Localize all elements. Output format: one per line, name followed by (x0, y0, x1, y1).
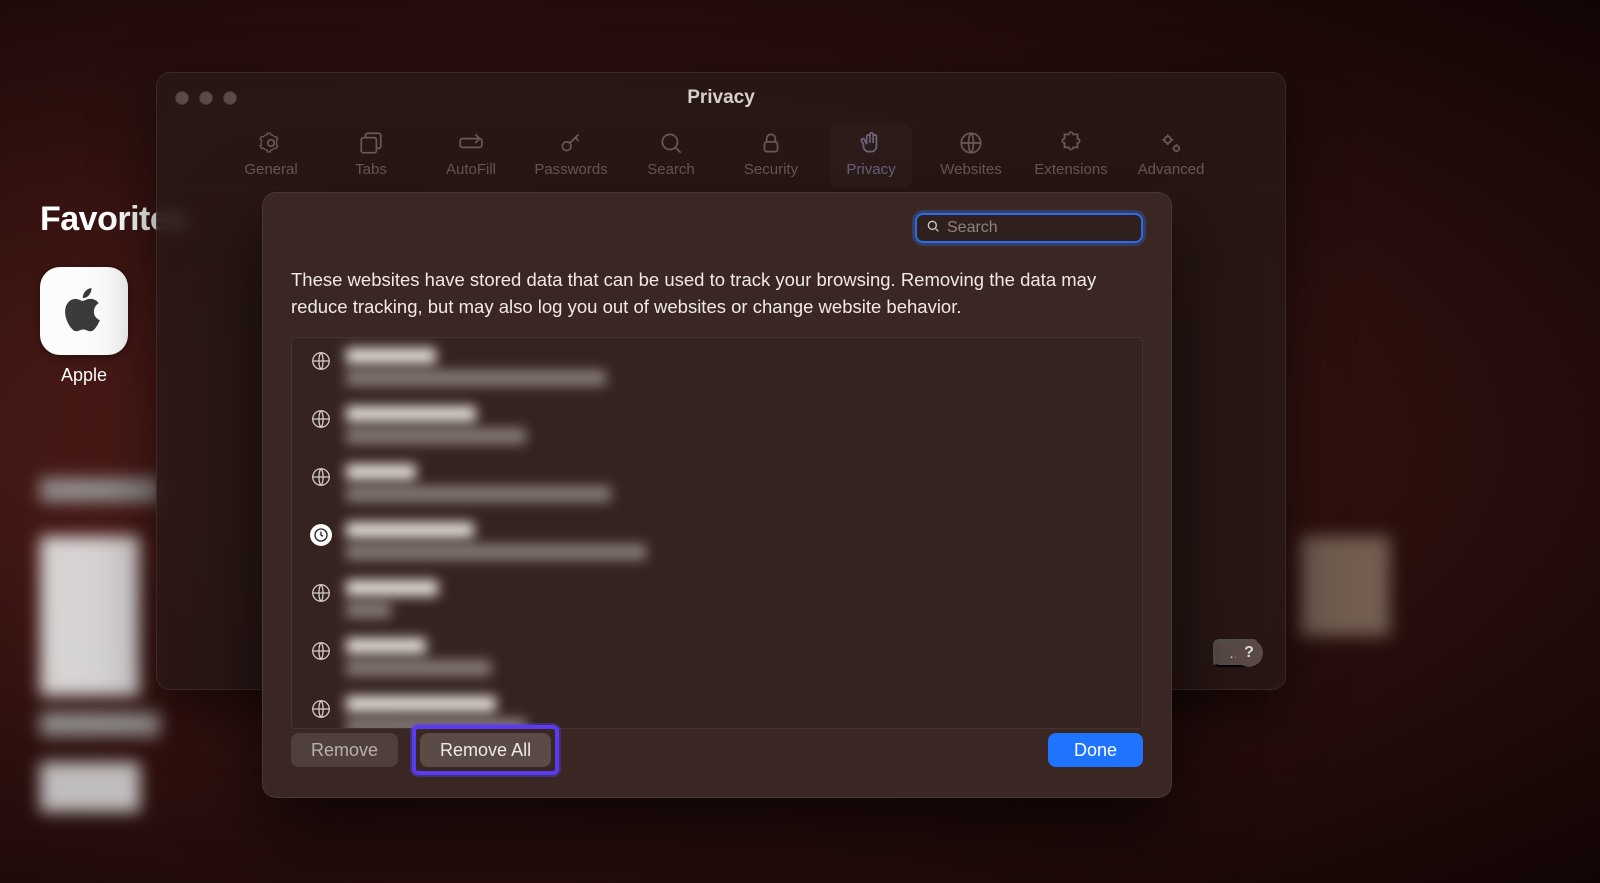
tab-label: Security (744, 161, 798, 178)
globe-icon (957, 129, 985, 157)
redacted-site (346, 464, 611, 502)
globe-icon (310, 408, 332, 430)
tab-label: Search (647, 161, 695, 178)
redacted-site (346, 638, 491, 676)
tab-passwords[interactable]: Passwords (530, 125, 612, 188)
favorite-tile-apple[interactable] (40, 267, 128, 355)
tab-privacy[interactable]: Privacy (830, 125, 912, 188)
list-item[interactable] (292, 396, 1142, 454)
tab-label: Passwords (534, 161, 607, 178)
remove-all-button[interactable]: Remove All (420, 733, 551, 767)
puzzle-icon (1057, 129, 1085, 157)
preferences-title: Privacy (157, 87, 1285, 109)
globe-icon (310, 350, 332, 372)
favorite-label-apple: Apple (40, 365, 128, 386)
bg-blur (1300, 536, 1390, 636)
redacted-site (346, 696, 526, 729)
list-item[interactable] (292, 570, 1142, 628)
search-icon (657, 129, 685, 157)
tab-label: Websites (940, 161, 1001, 178)
list-item[interactable] (292, 686, 1142, 729)
sheet-button-row: Remove Remove All Done (291, 725, 1143, 775)
gear-icon (257, 129, 285, 157)
lock-icon (757, 129, 785, 157)
redacted-site (346, 522, 646, 560)
search-icon (925, 218, 941, 239)
apple-logo-icon (57, 282, 111, 341)
bg-blur (40, 762, 140, 812)
list-item[interactable] (292, 454, 1142, 512)
search-input[interactable] (947, 219, 1154, 237)
website-data-sheet: These websites have stored data that can… (262, 192, 1172, 798)
remove-all-highlight: Remove All (412, 725, 559, 775)
list-item[interactable] (292, 628, 1142, 686)
done-button[interactable]: Done (1048, 733, 1143, 767)
clock-icon (310, 524, 332, 546)
globe-icon (310, 698, 332, 720)
tab-label: AutoFill (446, 161, 496, 178)
bg-blur (40, 712, 160, 736)
hand-icon (857, 129, 885, 157)
bg-blur (40, 478, 160, 502)
globe-icon (310, 582, 332, 604)
redacted-site (346, 406, 526, 444)
gears-icon (1157, 129, 1185, 157)
globe-icon (310, 640, 332, 662)
tab-label: Tabs (355, 161, 387, 178)
sheet-description: These websites have stored data that can… (291, 267, 1141, 321)
tab-tabs[interactable]: Tabs (330, 125, 412, 188)
tab-autofill[interactable]: AutoFill (430, 125, 512, 188)
redacted-site (346, 580, 438, 618)
search-field[interactable] (915, 213, 1143, 243)
tab-label: Advanced (1138, 161, 1205, 178)
preferences-toolbar: General Tabs AutoFill Passwords Search S… (157, 119, 1285, 189)
bg-blur (40, 536, 140, 696)
list-item[interactable] (292, 338, 1142, 396)
tab-general[interactable]: General (230, 125, 312, 188)
autofill-icon (457, 129, 485, 157)
website-data-list[interactable] (291, 337, 1143, 729)
redacted-site (346, 348, 606, 386)
tab-label: Extensions (1034, 161, 1107, 178)
tab-advanced[interactable]: Advanced (1130, 125, 1212, 188)
list-item[interactable] (292, 512, 1142, 570)
tab-label: General (244, 161, 297, 178)
remove-button[interactable]: Remove (291, 733, 398, 767)
tab-extensions[interactable]: Extensions (1030, 125, 1112, 188)
tab-search[interactable]: Search (630, 125, 712, 188)
tab-websites[interactable]: Websites (930, 125, 1012, 188)
key-icon (557, 129, 585, 157)
tab-label: Privacy (846, 161, 895, 178)
tabs-icon (357, 129, 385, 157)
tab-security[interactable]: Security (730, 125, 812, 188)
help-button[interactable]: ? (1235, 639, 1263, 667)
globe-icon (310, 466, 332, 488)
